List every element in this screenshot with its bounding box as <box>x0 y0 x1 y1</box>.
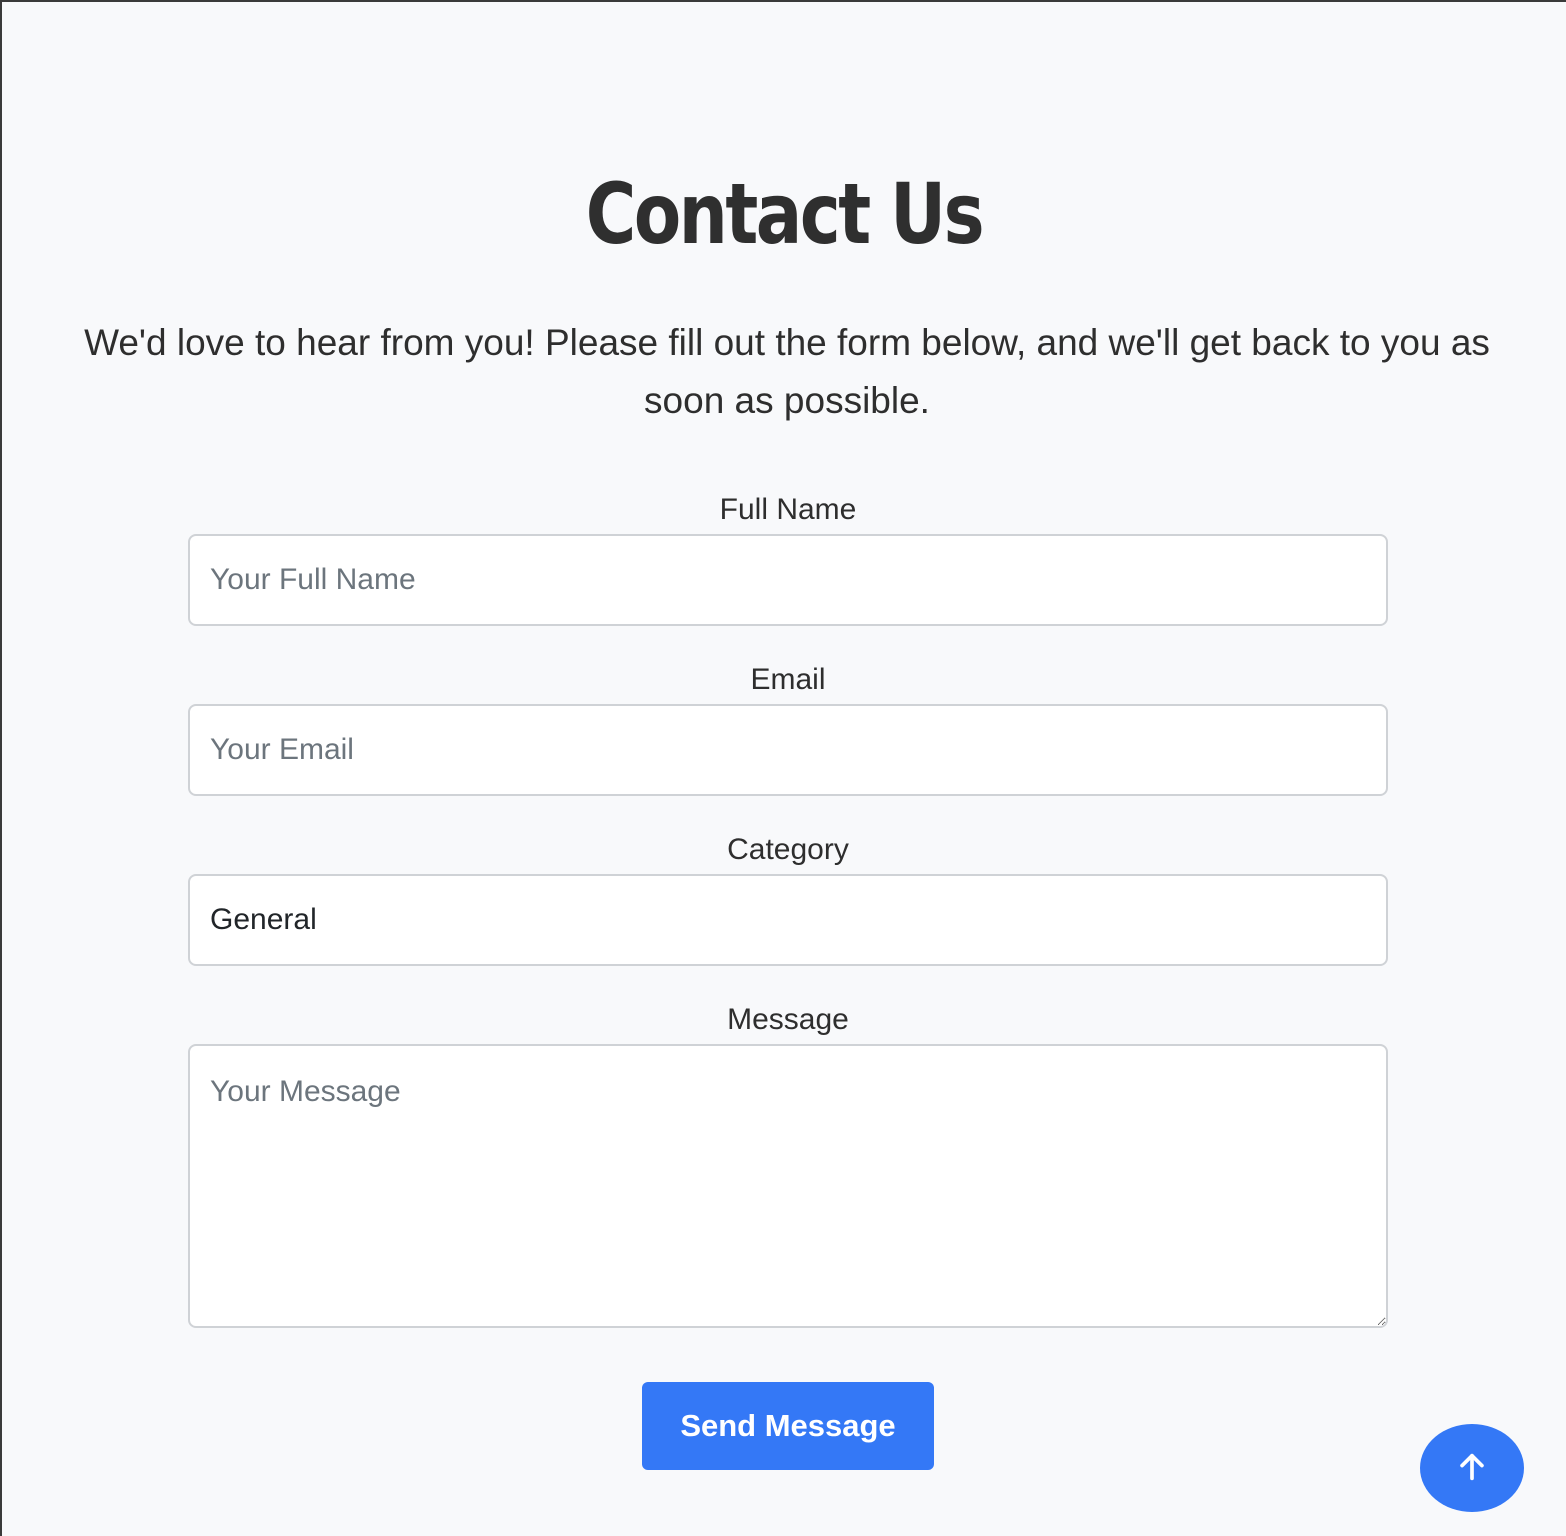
arrow-up-icon <box>1455 1450 1489 1487</box>
intro-text: We'd love to hear from you! Please fill … <box>84 322 1490 421</box>
message-label: Message <box>727 1003 849 1036</box>
email-group: Email <box>188 660 1388 796</box>
scroll-to-top-button[interactable] <box>1420 1424 1524 1512</box>
category-select[interactable]: General <box>188 874 1388 966</box>
email-input[interactable] <box>188 704 1388 796</box>
page-title: Contact Us <box>585 165 985 263</box>
category-selected-value: General <box>210 903 317 936</box>
email-label: Email <box>750 663 826 696</box>
message-group: Message <box>188 1000 1388 1333</box>
category-label: Category <box>727 833 849 866</box>
send-message-button[interactable]: Send Message <box>642 1382 934 1470</box>
category-group: Category General <box>188 830 1388 966</box>
message-textarea[interactable] <box>188 1044 1388 1328</box>
full-name-label: Full Name <box>719 493 857 526</box>
full-name-group: Full Name <box>188 490 1388 626</box>
contact-form: Full Name Email Category General Message <box>188 490 1388 1367</box>
full-name-input[interactable] <box>188 534 1388 626</box>
